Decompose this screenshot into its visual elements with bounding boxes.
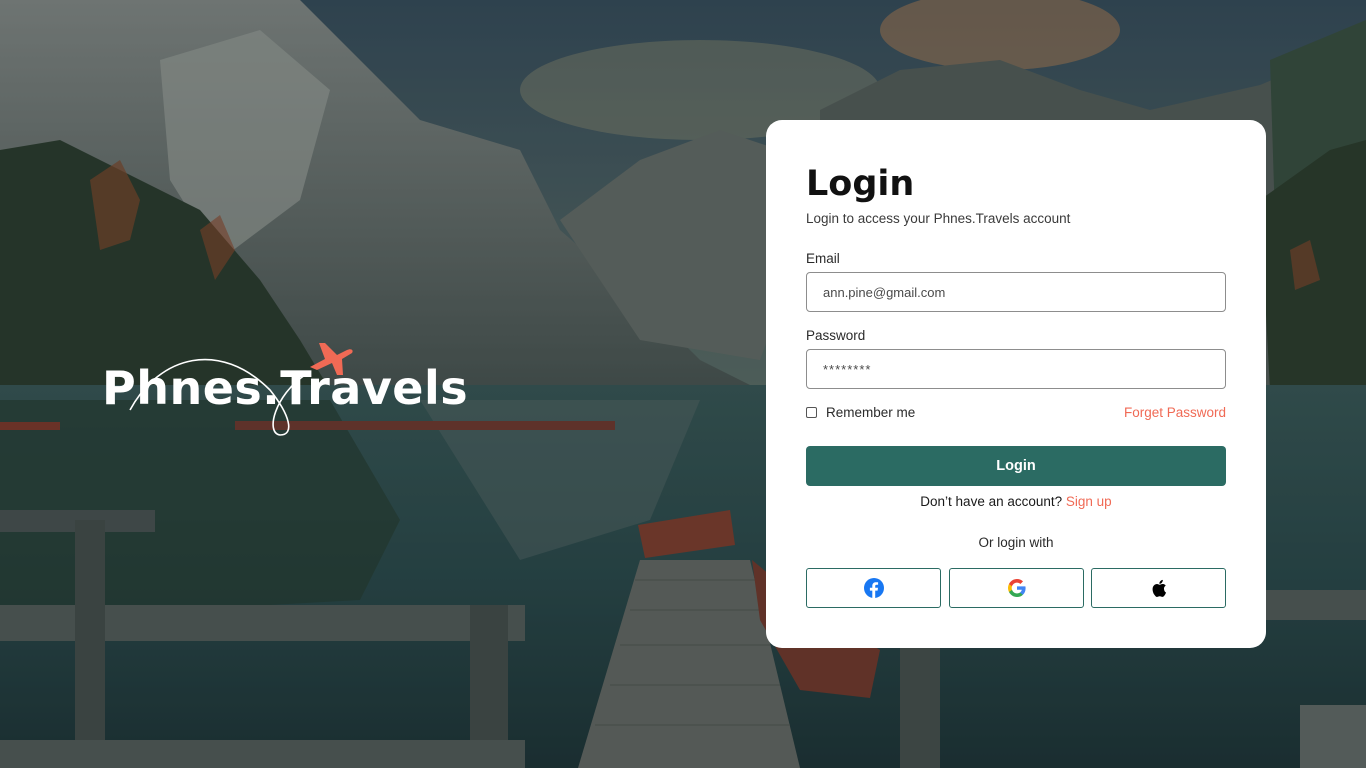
email-label: Email (806, 251, 840, 266)
signup-link[interactable]: Sign up (1066, 494, 1112, 509)
apple-icon (1152, 579, 1166, 597)
brand-logo: Phnes.Travels (100, 335, 480, 445)
remember-me-checkbox[interactable] (806, 407, 817, 418)
login-subtitle: Login to access your Phnes.Travels accou… (806, 211, 1071, 226)
login-card: Login Login to access your Phnes.Travels… (766, 120, 1266, 648)
login-button[interactable]: Login (806, 446, 1226, 486)
login-page: Phnes.Travels Login Login to access your… (0, 0, 1366, 768)
password-label: Password (806, 328, 866, 343)
facebook-login-button[interactable] (806, 568, 941, 608)
password-field[interactable] (806, 349, 1226, 389)
google-login-button[interactable] (949, 568, 1084, 608)
social-login-heading: Or login with (978, 535, 1054, 550)
google-icon (1007, 579, 1026, 597)
page-title: Login (806, 164, 915, 204)
signup-prompt: Don’t have an account? Sign up (806, 494, 1226, 509)
apple-login-button[interactable] (1091, 568, 1226, 608)
remember-me-toggle[interactable]: Remember me (806, 405, 915, 420)
brand-name: Phnes.Travels (102, 361, 469, 415)
forgot-password-link[interactable]: Forget Password (1124, 405, 1226, 420)
no-account-text: Don’t have an account? (920, 494, 1063, 509)
facebook-icon (863, 578, 884, 598)
email-field[interactable] (806, 272, 1226, 312)
remember-me-label: Remember me (826, 405, 916, 420)
